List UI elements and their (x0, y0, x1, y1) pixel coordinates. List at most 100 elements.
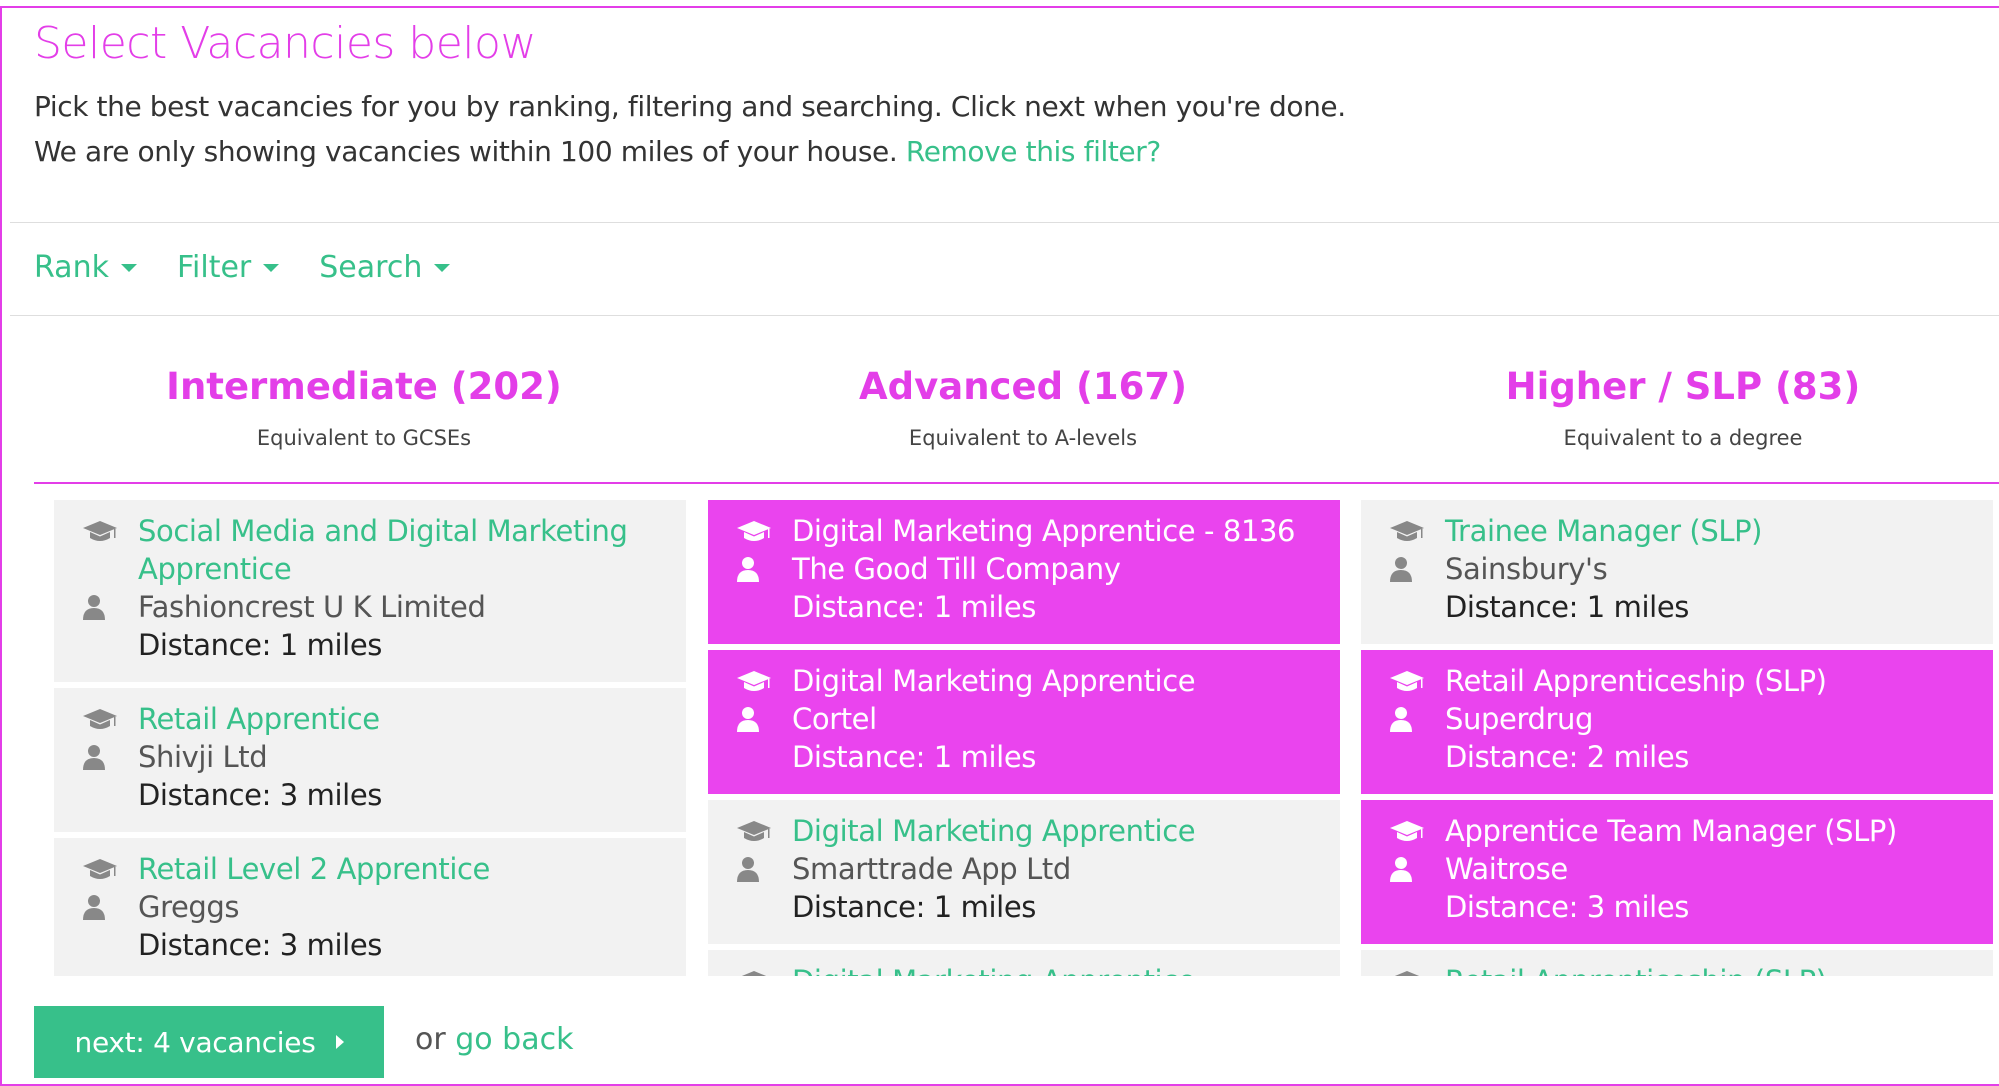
vacancy-card[interactable]: Digital Marketing Apprentice (708, 950, 1340, 976)
vacancy-title-row: Digital Marketing Apprentice (736, 662, 1340, 700)
next-button-label: next: 4 vacancies (74, 1025, 316, 1059)
graduation-cap-icon (736, 512, 792, 550)
vacancy-title[interactable]: Retail Apprentice (138, 700, 380, 738)
vacancy-company: Cortel (792, 702, 877, 736)
level-header-advanced: Advanced (167) Equivalent to A-levels (713, 365, 1333, 450)
remove-filter-link[interactable]: Remove this filter? (906, 135, 1161, 168)
user-icon (82, 738, 138, 776)
vacancy-title-row: Retail Apprenticeship (SLP) (1389, 662, 1993, 700)
vacancy-card[interactable]: Digital Marketing Apprentice Cortel Distan… (708, 650, 1340, 794)
intro-text: Pick the best vacancies for you by ranki… (34, 90, 1346, 123)
graduation-cap-icon (736, 962, 792, 976)
level-subtitle: Equivalent to GCSEs (256, 426, 472, 450)
vacancy-card[interactable]: Social Media and Digital Marketing Appre… (54, 500, 686, 682)
vacancy-distance-row: Distance: 1 miles (736, 738, 1340, 776)
vacancy-distance: Distance: 1 miles (792, 890, 1036, 924)
vacancy-distance: Distance: 1 miles (792, 590, 1036, 624)
filter-notice: We are only showing vacancies within 100… (34, 135, 1161, 168)
vacancy-company-row: Fashioncrest U K Limited (82, 588, 686, 626)
vacancy-title-row: Social Media and Digital Marketing Appre… (82, 512, 686, 588)
next-button[interactable]: next: 4 vacancies (34, 1006, 384, 1078)
caret-down-icon (120, 263, 137, 272)
vacancy-company: Smarttrade App Ltd (792, 852, 1071, 886)
vacancy-card[interactable]: Digital Marketing Apprentice Smarttrade A… (708, 800, 1340, 944)
vacancy-company: Sainsbury's (1445, 552, 1608, 586)
vacancy-company-row: Cortel (736, 700, 1340, 738)
vacancy-distance-row: Distance: 1 miles (82, 626, 686, 664)
vacancy-title-row: Digital Marketing Apprentice - 8136 (736, 512, 1340, 550)
vacancy-title[interactable]: Retail Level 2 Apprentice (138, 850, 490, 888)
vacancy-title[interactable]: Apprentice Team Manager (SLP) (1445, 812, 1897, 850)
search-dropdown[interactable]: Search (319, 250, 451, 285)
vacancy-title[interactable]: Digital Marketing Apprentice (792, 962, 1196, 976)
vacancy-card[interactable]: Apprentice Team Manager (SLP) Waitrose Dis… (1361, 800, 1993, 944)
vacancy-company: The Good Till Company (792, 552, 1121, 586)
vacancy-company-row: Superdrug (1389, 700, 1993, 738)
level-subtitle: Equivalent to A-levels (908, 426, 1138, 450)
vacancy-card[interactable]: Digital Marketing Apprentice - 8136 The G… (708, 500, 1340, 644)
vacancy-title[interactable]: Retail Apprenticeship (SLP) (1445, 962, 1827, 976)
page-title: Select Vacancies below (34, 18, 536, 69)
rank-dropdown[interactable]: Rank (34, 250, 137, 285)
filter-notice-text: We are only showing vacancies within 100… (34, 135, 898, 168)
vacancy-company-row: Waitrose (1389, 850, 1993, 888)
vacancy-company: Fashioncrest U K Limited (138, 590, 486, 624)
vacancy-title[interactable]: Trainee Manager (SLP) (1445, 512, 1763, 550)
vacancy-company: Waitrose (1445, 852, 1568, 886)
filter-dropdown[interactable]: Filter (176, 250, 280, 285)
vacancy-company-row: Shivji Ltd (82, 738, 686, 776)
graduation-cap-icon (1389, 662, 1445, 700)
search-label: Search (319, 250, 423, 285)
vacancy-distance-row: Distance: 1 miles (736, 588, 1340, 626)
level-title: Advanced (167) (859, 365, 1187, 408)
controls-bar: Rank Filter Search (34, 250, 451, 285)
level-title: Higher / SLP (83) (1505, 365, 1861, 408)
caret-down-icon (434, 263, 451, 272)
vacancy-card[interactable]: Retail Level 2 Apprentice Greggs Distance:… (54, 838, 686, 976)
vacancy-title[interactable]: Digital Marketing Apprentice (792, 662, 1196, 700)
vacancy-card[interactable]: Retail Apprenticeship (SLP) (1361, 950, 1993, 976)
vacancy-company-row: The Good Till Company (736, 550, 1340, 588)
user-icon (1389, 700, 1445, 738)
go-back-area: or go back (415, 1022, 573, 1057)
user-icon (1389, 550, 1445, 588)
vacancy-title-row: Digital Marketing Apprentice (736, 962, 1340, 976)
vacancy-title[interactable]: Digital Marketing Apprentice - 8136 (792, 512, 1296, 550)
vacancy-title-row: Trainee Manager (SLP) (1389, 512, 1993, 550)
vacancy-card[interactable]: Retail Apprentice Shivji Ltd Distance: 3 m… (54, 688, 686, 832)
vacancy-title-row: Digital Marketing Apprentice (736, 812, 1340, 850)
divider (10, 222, 1999, 223)
vacancy-title[interactable]: Retail Apprenticeship (SLP) (1445, 662, 1827, 700)
vacancy-card[interactable]: Retail Apprenticeship (SLP) Superdrug Dist… (1361, 650, 1993, 794)
graduation-cap-icon (82, 850, 138, 888)
go-back-link[interactable]: go back (455, 1022, 573, 1057)
or-text: or (415, 1022, 446, 1057)
vacancy-title[interactable]: Social Media and Digital Marketing Appre… (138, 512, 686, 588)
graduation-cap-icon (82, 700, 138, 738)
vacancy-title[interactable]: Digital Marketing Apprentice (792, 812, 1196, 850)
vacancy-column-advanced[interactable]: Digital Marketing Apprentice - 8136 The G… (708, 500, 1340, 976)
vacancy-distance-row: Distance: 2 miles (1389, 738, 1993, 776)
graduation-cap-icon (1389, 962, 1445, 976)
vacancy-distance: Distance: 1 miles (792, 740, 1036, 774)
vacancy-title-row: Retail Apprentice (82, 700, 686, 738)
user-icon (736, 550, 792, 588)
rank-label: Rank (34, 250, 109, 285)
vacancy-company: Superdrug (1445, 702, 1593, 736)
graduation-cap-icon (1389, 512, 1445, 550)
vacancy-company: Shivji Ltd (138, 740, 268, 774)
vacancy-company-row: Smarttrade App Ltd (736, 850, 1340, 888)
vacancy-distance: Distance: 3 miles (1445, 890, 1689, 924)
vacancy-card[interactable]: Trainee Manager (SLP) Sainsbury's Distance… (1361, 500, 1993, 644)
graduation-cap-icon (736, 662, 792, 700)
user-icon (736, 700, 792, 738)
level-divider (34, 482, 1999, 484)
graduation-cap-icon (1389, 812, 1445, 850)
filter-label: Filter (176, 250, 252, 285)
vacancy-column-intermediate[interactable]: Social Media and Digital Marketing Appre… (54, 500, 686, 976)
vacancy-distance: Distance: 1 miles (138, 628, 382, 662)
vacancy-distance: Distance: 2 miles (1445, 740, 1689, 774)
vacancy-company-row: Sainsbury's (1389, 550, 1993, 588)
vacancy-column-higher[interactable]: Trainee Manager (SLP) Sainsbury's Distance… (1361, 500, 1993, 976)
vacancy-distance-row: Distance: 3 miles (1389, 888, 1993, 926)
